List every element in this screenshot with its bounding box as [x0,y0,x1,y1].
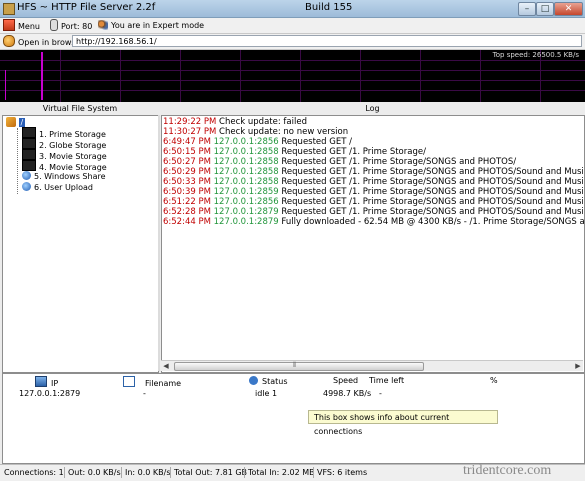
home-icon [6,117,16,127]
log-entry: 6:50:15 PM 127.0.0.1:2858 Requested GET … [163,147,426,157]
vfs-tree[interactable]: / 1. Prime Storage 2. Globe Storage 3. M… [2,115,159,373]
browser-icon [3,35,15,47]
app-icon [3,3,15,15]
top-speed-label: Top speed: 26500.5 KB/s [492,51,579,59]
close-button[interactable]: ✕ [554,2,583,16]
log-entry: 6:51:22 PM 127.0.0.1:2856 Requested GET … [163,197,585,207]
vfs-item[interactable]: 4. Movie Storage [22,160,107,172]
watermark: tridentcore.com [463,463,552,478]
url-field[interactable]: http://192.168.56.1/ [72,35,582,47]
status-connections: Connections: 1 [4,468,64,477]
menu-button[interactable]: Menu [3,19,40,32]
info-icon [249,376,258,385]
vfs-item[interactable]: 1. Prime Storage [22,127,106,139]
log-entry: 6:49:47 PM 127.0.0.1:2856 Requested GET … [163,137,352,147]
column-header-filename[interactable]: Filename [123,376,181,388]
log-entry: 6:52:44 PM 127.0.0.1:2879 Fully download… [163,217,585,227]
status-out-speed: Out: 0.0 KB/s [68,468,121,477]
column-header-speed[interactable]: Speed [333,376,358,386]
traffic-spike-small [5,70,6,100]
column-header-time-left[interactable]: Time left [369,376,404,386]
column-header-ip[interactable]: IP [35,376,58,388]
vfs-item[interactable]: 6. User Upload [22,182,93,193]
build-label: Build 155 [305,2,353,13]
connection-status: idle 1 [255,389,278,398]
globe-icon [22,171,31,180]
log-entry: 6:52:28 PM 127.0.0.1:2879 Requested GET … [163,207,585,217]
port-button[interactable]: Port: 80 [50,19,92,32]
folder-icon [22,127,36,138]
log-pane[interactable]: 11:29:22 PM Check update: failed 11:30:2… [161,115,585,373]
menu-icon [3,19,15,31]
vfs-root-label: / [18,118,26,127]
log-entry: 6:50:27 PM 127.0.0.1:2858 Requested GET … [163,157,517,167]
log-entry: 11:30:27 PM Check update: no new version [163,127,349,137]
plug-icon [50,19,58,31]
status-total-out: Total Out: 7.81 GB [174,468,248,477]
mode-label: You are in Expert mode [111,21,205,30]
log-entry: 6:50:29 PM 127.0.0.1:2858 Requested GET … [163,167,585,177]
vfs-item[interactable]: 2. Globe Storage [22,138,106,150]
scroll-left-arrow[interactable]: ◀ [161,361,171,371]
status-vfs-items: VFS: 6 items [317,468,368,477]
users-icon [98,20,108,30]
vfs-header: Virtual File System [42,104,118,113]
port-label: Port: 80 [61,22,93,31]
log-header: Log [365,104,380,113]
log-entry: 6:50:39 PM 127.0.0.1:2859 Requested GET … [163,187,585,197]
tree-connector [17,128,18,194]
grip-icon: ⦀ [293,361,297,369]
connection-filename: - [143,389,146,398]
status-total-in: Total In: 2.02 MB [248,468,315,477]
folder-icon [22,138,36,149]
column-header-percent[interactable]: % [490,376,498,386]
folder-icon [22,160,36,171]
folder-icon [22,149,36,160]
maximize-button[interactable]: □ [536,2,554,16]
scrollbar-thumb[interactable]: ⦀ [174,361,424,371]
traffic-spike-large [41,52,43,100]
window-title: HFS ~ HTTP File Server 2.2f [17,2,156,13]
menu-label: Menu [18,22,40,31]
connection-time-left: - [379,389,382,398]
url-toolbar: Open in browser http://192.168.56.1/ [0,34,585,50]
status-in-speed: In: 0.0 KB/s [125,468,171,477]
globe-icon [22,182,31,191]
column-header-status[interactable]: Status [249,376,288,386]
mode-button[interactable]: You are in Expert mode [98,19,204,32]
pane-splitter[interactable] [158,115,160,371]
title-bar[interactable]: HFS ~ HTTP File Server 2.2f Build 155 – … [0,0,585,18]
connections-tooltip: This box shows info about current connec… [308,410,498,436]
log-entry: 6:50:33 PM 127.0.0.1:2858 Requested GET … [163,177,585,187]
connection-ip[interactable]: 127.0.0.1:2879 [19,389,80,399]
menu-toolbar: Menu Port: 80 You are in Expert mode [0,18,585,34]
file-icon [123,376,135,387]
computer-icon [35,376,47,387]
log-horizontal-scrollbar[interactable]: ◀ ⦀ ▶ [161,360,583,371]
vfs-item[interactable]: 5. Windows Share [22,171,106,182]
scroll-right-arrow[interactable]: ▶ [573,361,583,371]
log-entry: 11:29:22 PM Check update: failed [163,117,307,127]
vfs-item[interactable]: 3. Movie Storage [22,149,107,161]
connection-speed: 4998.7 KB/s [323,389,372,398]
minimize-button[interactable]: – [518,2,536,16]
